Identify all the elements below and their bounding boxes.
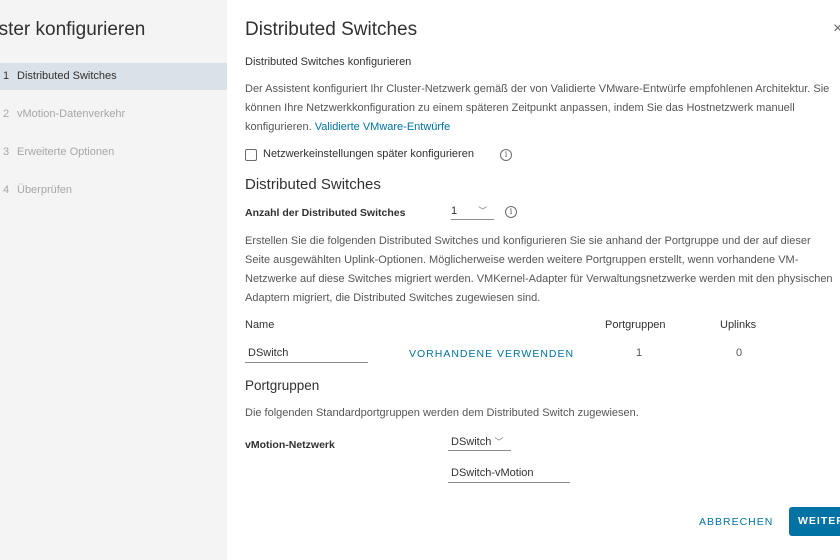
- cancel-button[interactable]: ABBRECHEN: [699, 516, 773, 528]
- wizard-content: Distributed Switches × Distributed Switc…: [227, 0, 840, 560]
- column-header-uplinks: Uplinks: [720, 319, 757, 331]
- switch-count-label: Anzahl der Distributed Switches: [245, 207, 406, 219]
- step-number: 4: [3, 184, 10, 196]
- uplinks-count: 0: [736, 347, 743, 359]
- page-title: Distributed Switches: [245, 19, 418, 40]
- column-header-portgroups: Portgruppen: [605, 319, 666, 331]
- validated-designs-link[interactable]: Validierte VMware-Entwürfe: [315, 121, 451, 133]
- step-label: Erweiterte Optionen: [17, 146, 115, 158]
- step-review[interactable]: 4 Überprüfen: [0, 177, 227, 204]
- chevron-down-icon: ﹀: [478, 206, 488, 216]
- portgroups-description: Die folgenden Standardportgruppen werden…: [245, 407, 639, 419]
- wizard-sidebar: uster konfigurieren 1 Distributed Switche…: [0, 0, 227, 560]
- intro-text: Der Assistent konfiguriert Ihr Cluster-N…: [245, 80, 835, 137]
- step-label: Distributed Switches: [17, 70, 117, 82]
- vmotion-switch-value: DSwitch: [451, 436, 492, 448]
- info-icon[interactable]: i: [505, 206, 517, 218]
- switches-description: Erstellen Sie die folgenden Distributed …: [245, 235, 833, 304]
- configure-later-checkbox[interactable]: [245, 149, 257, 161]
- step-label: vMotion-Datenverkehr: [17, 108, 126, 120]
- vmotion-switch-select[interactable]: DSwitch ﹀: [448, 435, 511, 451]
- switch-name-input[interactable]: DSwitch: [245, 347, 368, 363]
- step-vmotion-traffic[interactable]: 2 vMotion-Datenverkehr: [0, 101, 227, 128]
- configure-later-label: Netzwerkeinstellungen später konfigurier…: [263, 148, 474, 160]
- vmotion-portgroup-input[interactable]: DSwitch-vMotion: [448, 467, 570, 483]
- close-icon[interactable]: ×: [833, 20, 840, 38]
- section-portgroups: Portgruppen: [245, 378, 320, 393]
- step-number: 1: [3, 70, 10, 82]
- wizard-title: uster konfigurieren: [0, 19, 146, 40]
- page-subtitle: Distributed Switches konfigurieren: [245, 56, 412, 68]
- switch-count-value: 1: [451, 205, 458, 217]
- column-header-name: Name: [245, 319, 275, 331]
- next-button[interactable]: WEITER: [789, 507, 840, 536]
- step-distributed-switches[interactable]: 1 Distributed Switches: [0, 63, 227, 90]
- vmotion-network-label: vMotion-Netzwerk: [245, 439, 335, 451]
- section-distributed-switches: Distributed Switches: [245, 176, 381, 193]
- step-number: 2: [3, 108, 10, 120]
- chevron-down-icon: ﹀: [494, 437, 504, 447]
- switch-count-select[interactable]: 1 ﹀: [451, 204, 494, 220]
- portgroups-count: 1: [636, 347, 643, 359]
- info-icon[interactable]: i: [500, 149, 512, 161]
- use-existing-button[interactable]: VORHANDENE VERWENDEN: [409, 348, 574, 360]
- step-advanced-options[interactable]: 3 Erweiterte Optionen: [0, 139, 227, 166]
- step-label: Überprüfen: [17, 184, 73, 196]
- step-number: 3: [3, 146, 10, 158]
